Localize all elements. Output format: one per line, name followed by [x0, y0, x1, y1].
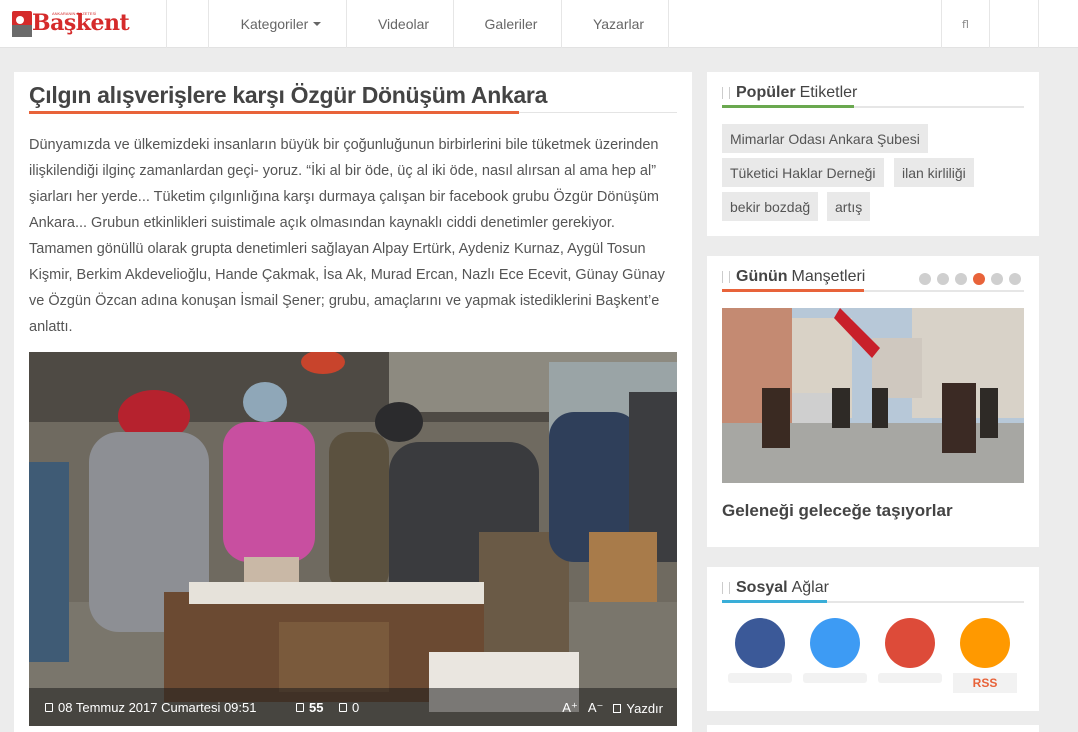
rss-label[interactable]: RSS [953, 673, 1017, 693]
eye-icon [296, 703, 304, 712]
headline-image-illustration [722, 308, 1024, 483]
nav-flag-button[interactable]: fl [941, 0, 989, 48]
article-tools: A⁺ A⁻ Yazdır [562, 700, 663, 716]
heading-rest: Manşetleri [791, 268, 866, 285]
nav-yazarlar[interactable]: Yazarlar [561, 0, 669, 48]
font-increase-button[interactable]: A⁺ [562, 700, 578, 716]
top-navbar: Başkent ANKARANIN GAZETESİ Kategoriler V… [0, 0, 1078, 48]
headline-image[interactable] [722, 308, 1024, 483]
tag-item[interactable]: artış [827, 192, 871, 221]
twitter-button[interactable] [810, 618, 860, 668]
nav-label-yazarlar: Yazarlar [592, 16, 645, 32]
widget-accent-bar [722, 289, 864, 292]
tag-item[interactable]: Tüketici Haklar Derneği [722, 158, 884, 187]
flag-icon: fl [962, 17, 969, 31]
logo-tagline: ANKARANIN GAZETESİ [52, 11, 97, 16]
caret-down-icon [313, 22, 322, 26]
popular-tags-heading: Popüler Etiketler [722, 84, 857, 102]
nav-galeriler[interactable]: Galeriler [453, 0, 561, 48]
slider-dot[interactable] [1009, 273, 1021, 285]
article-body: Dünyamızda ve ülkemizdeki insanların büy… [29, 137, 665, 335]
nav-kategoriler[interactable]: Kategoriler [208, 0, 346, 48]
publish-date: 08 Temmuz 2017 Cumartesi 09:51 [45, 700, 256, 715]
font-decrease-button[interactable]: A⁻ [588, 700, 604, 716]
nav-videolar[interactable]: Videolar [346, 0, 453, 48]
headlines-heading: Günün Manşetleri [722, 268, 865, 286]
slider-dot[interactable] [955, 273, 967, 285]
rss-button[interactable] [960, 618, 1010, 668]
print-icon[interactable] [613, 703, 622, 713]
heading-strong: Sosyal [736, 579, 788, 596]
heading-bars-icon [722, 582, 730, 594]
nav-label-kategoriler: Kategoriler [240, 16, 309, 32]
view-count: 55 [296, 700, 323, 715]
tag-item[interactable]: bekir bozdağ [722, 192, 819, 221]
calendar-icon [45, 703, 53, 712]
google-plus-button[interactable] [885, 618, 935, 668]
view-count-text: 55 [309, 700, 324, 715]
twitter-count [803, 673, 867, 683]
photo-meta-bar: 08 Temmuz 2017 Cumartesi 09:51 55 0 A⁺ A… [29, 688, 677, 726]
article-card: Çılgın alışverişlere karşı Özgür Dönüşüm… [14, 72, 692, 732]
social-heading: Sosyal Ağlar [722, 579, 829, 597]
nav-search-button[interactable] [989, 0, 1039, 48]
slider-dot[interactable] [937, 273, 949, 285]
tag-item[interactable]: ilan kirliliği [894, 158, 974, 187]
print-button[interactable]: Yazdır [626, 701, 663, 716]
article-photo[interactable]: 08 Temmuz 2017 Cumartesi 09:51 55 0 A⁺ A… [29, 352, 677, 726]
comment-icon [339, 703, 347, 712]
widget-accent-bar [722, 105, 854, 108]
headline-title[interactable]: Geleneği geleceğe taşıyorlar [722, 501, 953, 521]
title-accent-bar [29, 111, 519, 114]
site-logo[interactable]: Başkent ANKARANIN GAZETESİ [12, 10, 142, 39]
heading-rest: Ağlar [791, 579, 829, 596]
heading-rest: Etiketler [799, 84, 858, 101]
headlines-widget: Günün Manşetleri Geleneği geleceğe taşıy… [707, 256, 1039, 547]
comment-count-text: 0 [352, 700, 360, 715]
logo-building-icon [12, 25, 32, 37]
facebook-button[interactable] [735, 618, 785, 668]
popular-tags-widget: Popüler Etiketler Mimarlar Odası Ankara … [707, 72, 1039, 236]
nav-label-galeriler: Galeriler [484, 16, 538, 32]
article-photo-illustration [29, 352, 677, 726]
heading-bars-icon [722, 271, 730, 283]
google-plus-count [878, 673, 942, 683]
slider-dot-active[interactable] [973, 273, 985, 285]
nav-home[interactable] [166, 0, 208, 48]
comment-count[interactable]: 0 [339, 700, 359, 715]
article-title: Çılgın alışverişlere karşı Özgür Dönüşüm… [29, 82, 548, 108]
facebook-count [728, 673, 792, 683]
widget-accent-bar [722, 600, 827, 603]
heading-strong: Popüler [736, 84, 796, 101]
nav-label-videolar: Videolar [377, 16, 430, 32]
social-widget: Sosyal Ağlar RSS [707, 567, 1039, 711]
slider-dot[interactable] [919, 273, 931, 285]
heading-strong: Günün [736, 268, 788, 285]
slider-dot[interactable] [991, 273, 1003, 285]
publish-date-text: 08 Temmuz 2017 Cumartesi 09:51 [58, 700, 257, 715]
tag-item[interactable]: Mimarlar Odası Ankara Şubesi [722, 124, 928, 153]
next-widget-edge [707, 725, 1039, 732]
heading-bars-icon [722, 87, 730, 99]
